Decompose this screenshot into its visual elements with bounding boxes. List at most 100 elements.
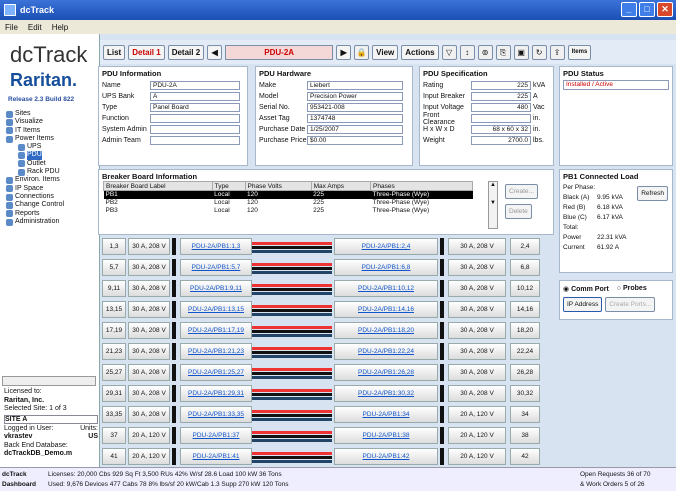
breaker-spec-right[interactable]: 20 A, 120 V <box>448 427 506 444</box>
field-value[interactable]: 2700.0 <box>471 136 531 145</box>
close-button[interactable]: ✕ <box>657 2 673 17</box>
tree-item-ups[interactable]: UPS <box>6 143 98 151</box>
breaker-spec-left[interactable]: 20 A, 120 V <box>128 448 170 465</box>
tree-item-ip-space[interactable]: IP Space <box>6 185 98 193</box>
tree-item-visualize[interactable]: Visualize <box>6 118 98 126</box>
field-value[interactable] <box>150 125 240 134</box>
col-type[interactable]: Type <box>211 181 246 191</box>
filter-icon[interactable]: ▽ <box>441 44 457 60</box>
tree-item-power-items[interactable]: Power Items <box>6 135 98 143</box>
tree-item-rack-pdu[interactable]: Rack PDU <box>6 168 98 176</box>
field-value[interactable] <box>150 114 240 123</box>
breaker-link-left[interactable]: PDU-2A/PB1:9,11 <box>180 280 252 297</box>
breaker-link-right[interactable]: PDU-2A/PB1:6,8 <box>334 259 438 276</box>
comm-port-radio[interactable]: ◉ Comm Port <box>563 285 609 293</box>
breaker-spec-left[interactable]: 20 A, 120 V <box>128 427 170 444</box>
tree-item-sites[interactable]: Sites <box>6 110 98 118</box>
breaker-spec-left[interactable]: 30 A, 208 V <box>128 364 170 381</box>
tree-item-connections[interactable]: Connections <box>6 193 98 201</box>
field-value[interactable]: Panel Board <box>150 103 240 112</box>
breaker-link-right[interactable]: PDU-2A/PB1:34 <box>334 406 438 423</box>
field-value[interactable]: 480 <box>471 103 531 112</box>
breaker-link-right[interactable]: PDU-2A/PB1:42 <box>334 448 438 465</box>
breaker-spec-right[interactable]: 30 A, 208 V <box>448 301 506 318</box>
field-value[interactable]: A <box>150 92 240 101</box>
export-icon[interactable]: ⇪ <box>549 44 565 60</box>
menu-file[interactable]: File <box>5 23 18 32</box>
breaker-spec-right[interactable]: 30 A, 208 V <box>448 259 506 276</box>
list-button[interactable]: List <box>103 44 126 60</box>
actions-button[interactable]: Actions <box>401 44 439 60</box>
breaker-link-left[interactable]: PDU-2A/PB1:29,31 <box>180 385 252 402</box>
refresh-button[interactable]: Refresh <box>637 186 668 201</box>
table-row[interactable]: PB1 Local 120 225 Three-Phase (Wye) <box>103 190 473 199</box>
breaker-link-right[interactable]: PDU-2A/PB1:38 <box>334 427 438 444</box>
breaker-spec-right[interactable]: 30 A, 208 V <box>448 343 506 360</box>
tree-item-change-control[interactable]: Change Control <box>6 201 98 209</box>
breaker-link-left[interactable]: PDU-2A/PB1:37 <box>180 427 252 444</box>
ip-address-button[interactable]: IP Address <box>563 297 603 312</box>
create-ports-button[interactable]: Create Ports... <box>605 297 656 312</box>
binoculars-icon[interactable]: ⊚ <box>477 44 493 60</box>
breaker-link-right[interactable]: PDU-2A/PB1:30,32 <box>334 385 438 402</box>
breaker-spec-left[interactable]: 30 A, 208 V <box>128 259 170 276</box>
col-phase-volts[interactable]: Phase Volts <box>244 181 312 191</box>
tree-item-administration[interactable]: Administration <box>6 218 98 226</box>
minimize-button[interactable]: _ <box>621 2 637 17</box>
breaker-link-left[interactable]: PDU-2A/PB1:1,3 <box>180 238 252 255</box>
field-value[interactable]: 1374748 <box>307 114 403 123</box>
breaker-link-right[interactable]: PDU-2A/PB1:2,4 <box>334 238 438 255</box>
tree-item-environ[interactable]: Environ. Items <box>6 176 98 185</box>
field-value[interactable]: $0.00 <box>307 136 403 145</box>
refresh-icon[interactable]: ↻ <box>531 44 547 60</box>
breaker-link-left[interactable]: PDU-2A/PB1:13,15 <box>180 301 252 318</box>
col-max-amps[interactable]: Max Amps <box>310 181 372 191</box>
breaker-spec-left[interactable]: 30 A, 208 V <box>128 406 170 423</box>
breaker-spec-left[interactable]: 30 A, 208 V <box>128 385 170 402</box>
pdu-status-value[interactable]: Installed / Active <box>563 80 669 90</box>
breaker-spec-right[interactable]: 30 A, 208 V <box>448 322 506 339</box>
breaker-spec-right[interactable]: 20 A, 120 V <box>448 406 506 423</box>
breaker-link-right[interactable]: PDU-2A/PB1:10,12 <box>334 280 438 297</box>
breaker-link-left[interactable]: PDU-2A/PB1:33,35 <box>180 406 252 423</box>
tree-item-pdu[interactable]: PDU <box>6 151 98 160</box>
status-dashboard[interactable]: Dashboard <box>2 480 36 490</box>
col-phases[interactable]: Phases <box>370 181 473 191</box>
field-value[interactable] <box>150 136 240 145</box>
field-value[interactable]: Precision Power <box>307 92 403 101</box>
open-requests[interactable]: Open Requests 36 of 70 <box>580 470 650 480</box>
detail2-button[interactable]: Detail 2 <box>167 44 205 60</box>
table-row[interactable]: PB2 Local 120 225 Three-Phase (Wye) <box>104 199 473 207</box>
breaker-link-left[interactable]: PDU-2A/PB1:17,19 <box>180 322 252 339</box>
breaker-spec-left[interactable]: 30 A, 208 V <box>128 280 170 297</box>
breaker-link-right[interactable]: PDU-2A/PB1:18,20 <box>334 322 438 339</box>
create-board-button[interactable]: Create... <box>505 184 538 199</box>
breaker-link-left[interactable]: PDU-2A/PB1:25,27 <box>180 364 252 381</box>
lock-icon[interactable]: 🔒 <box>354 44 370 60</box>
copy-icon[interactable]: ⎘ <box>495 44 511 60</box>
breaker-spec-right[interactable]: 30 A, 208 V <box>448 385 506 402</box>
breaker-spec-left[interactable]: 30 A, 208 V <box>128 238 170 255</box>
breaker-spec-left[interactable]: 30 A, 208 V <box>128 343 170 360</box>
field-value[interactable]: 953421-008 <box>307 103 403 112</box>
save-icon[interactable]: ▣ <box>513 44 529 60</box>
table-scrollbar[interactable]: ▲ ▼ <box>488 181 498 229</box>
field-value[interactable]: 68 x 60 x 32 <box>471 125 531 134</box>
breaker-link-left[interactable]: PDU-2A/PB1:5,7 <box>180 259 252 276</box>
delete-board-button[interactable]: Delete <box>505 204 532 219</box>
breaker-link-right[interactable]: PDU-2A/PB1:22,24 <box>334 343 438 360</box>
tree-item-it-items[interactable]: IT Items <box>6 127 98 135</box>
breaker-spec-right[interactable]: 20 A, 120 V <box>448 448 506 465</box>
probes-radio[interactable]: ○ Probes <box>617 285 647 293</box>
sort-icon[interactable]: ↕ <box>459 44 475 60</box>
field-value[interactable]: 1/25/2007 <box>307 125 403 134</box>
menu-edit[interactable]: Edit <box>28 23 42 32</box>
breaker-link-right[interactable]: PDU-2A/PB1:26,28 <box>334 364 438 381</box>
next-icon[interactable]: ▶ <box>336 44 352 60</box>
breaker-spec-left[interactable]: 30 A, 208 V <box>128 322 170 339</box>
detail1-button[interactable]: Detail 1 <box>128 44 165 60</box>
breaker-spec-left[interactable]: 30 A, 208 V <box>128 301 170 318</box>
menu-help[interactable]: Help <box>52 23 68 32</box>
field-value[interactable]: 225 <box>471 81 531 90</box>
site-select[interactable]: SITE A <box>5 416 27 423</box>
